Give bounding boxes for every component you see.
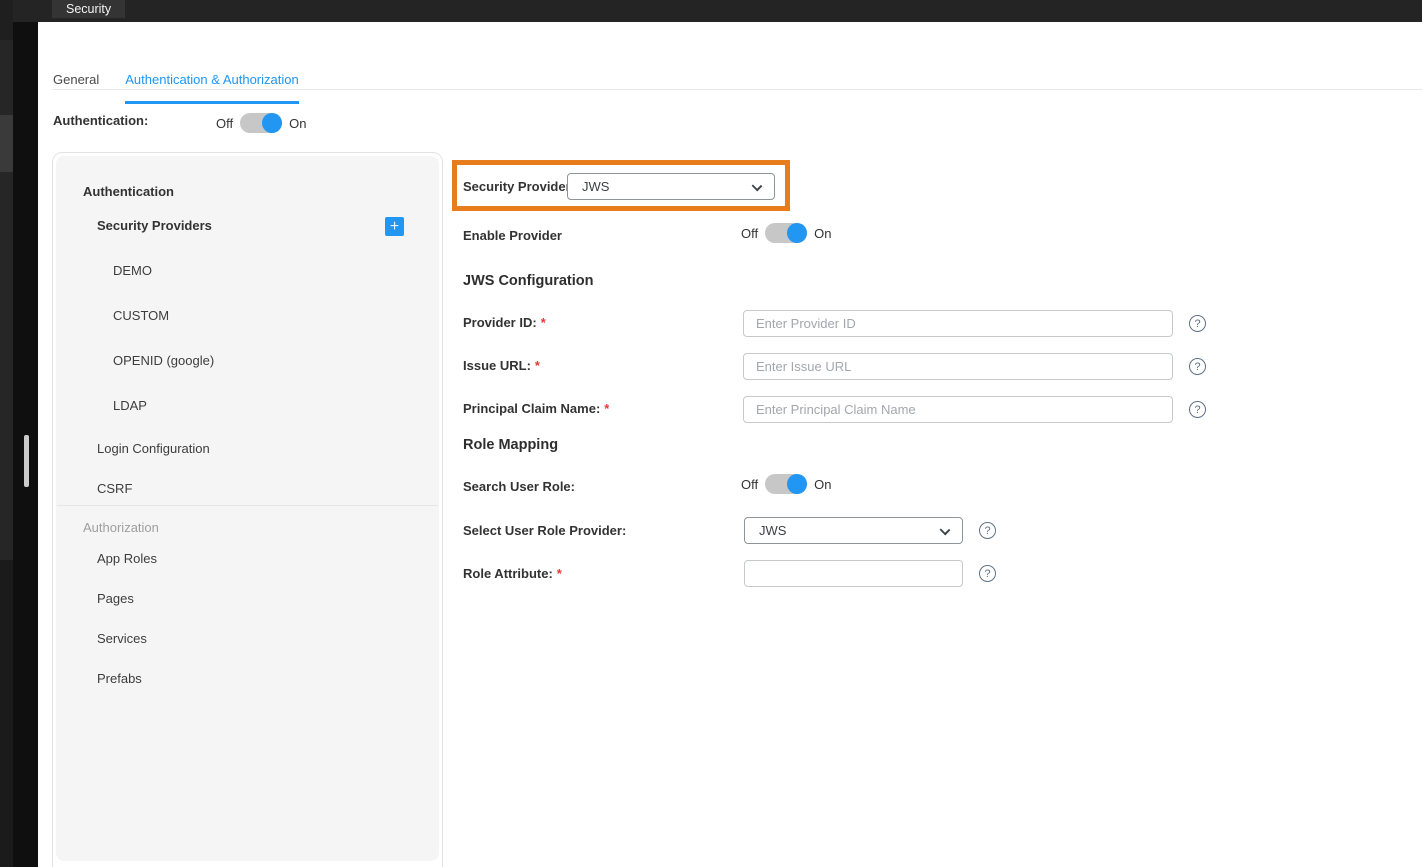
dock-segment	[0, 115, 13, 172]
tab-authentication-authorization[interactable]: Authentication & Authorization	[125, 62, 298, 104]
required-asterisk: *	[604, 401, 609, 416]
authentication-toggle-on-label: On	[289, 116, 306, 131]
principal-claim-name-help-icon[interactable]: ?	[1189, 401, 1206, 418]
sidebar-heading-authentication: Authentication	[83, 184, 174, 199]
sidebar-item-prefabs[interactable]: Prefabs	[97, 671, 142, 686]
chevron-down-icon	[940, 525, 951, 536]
tabs-divider	[53, 89, 1422, 90]
search-user-role-toggle[interactable]: Off On	[741, 474, 831, 494]
role-attribute-input[interactable]	[744, 560, 963, 587]
security-window-tab-label: Security	[66, 2, 111, 16]
provider-id-input[interactable]	[743, 310, 1173, 337]
authentication-toggle-track[interactable]	[240, 113, 282, 133]
dock-segment	[0, 560, 13, 867]
enable-provider-label: Enable Provider	[463, 228, 562, 243]
sidebar-item-csrf[interactable]: CSRF	[97, 481, 132, 496]
left-gutter	[13, 0, 38, 867]
principal-claim-name-label-text: Principal Claim Name:	[463, 401, 600, 416]
required-asterisk: *	[535, 358, 540, 373]
enable-provider-toggle-track[interactable]	[765, 223, 807, 243]
select-user-role-provider-value: JWS	[759, 523, 786, 538]
provider-id-label: Provider ID: *	[463, 315, 546, 330]
tab-authentication-authorization-label: Authentication & Authorization	[125, 72, 298, 87]
question-mark-icon: ?	[984, 525, 990, 537]
security-window-tab[interactable]: Security	[52, 0, 125, 18]
principal-claim-name-input[interactable]	[743, 396, 1173, 423]
sidebar-item-ldap[interactable]: LDAP	[113, 398, 147, 413]
authentication-toggle[interactable]: Off On	[216, 113, 306, 133]
sidebar-item-services[interactable]: Services	[97, 631, 147, 646]
question-mark-icon: ?	[1194, 404, 1200, 416]
role-attribute-help-icon[interactable]: ?	[979, 565, 996, 582]
search-user-role-toggle-off-label: Off	[741, 477, 758, 492]
sidebar-item-pages[interactable]: Pages	[97, 591, 134, 606]
role-mapping-heading: Role Mapping	[463, 437, 558, 453]
select-user-role-provider-label: Select User Role Provider:	[463, 523, 626, 538]
authentication-toggle-knob[interactable]	[262, 113, 282, 133]
issue-url-help-icon[interactable]: ?	[1189, 358, 1206, 375]
sidebar-heading-authorization: Authorization	[83, 520, 159, 535]
enable-provider-toggle-knob[interactable]	[787, 223, 807, 243]
authentication-row-label: Authentication:	[53, 113, 148, 128]
principal-claim-name-label: Principal Claim Name: *	[463, 401, 609, 416]
issue-url-label-text: Issue URL:	[463, 358, 531, 373]
search-user-role-label: Search User Role:	[463, 479, 575, 494]
issue-url-input[interactable]	[743, 353, 1173, 380]
role-attribute-label-text: Role Attribute:	[463, 566, 553, 581]
sidebar-section-divider	[57, 505, 438, 506]
sidebar-item-security-providers[interactable]: Security Providers	[97, 218, 212, 233]
security-provider-label: Security Provider	[463, 179, 571, 194]
left-dock-strip	[0, 0, 13, 867]
question-mark-icon: ?	[1194, 318, 1200, 330]
security-settings-screen: Security General Authentication & Author…	[0, 0, 1422, 867]
chevron-down-icon	[752, 181, 763, 192]
select-user-role-provider-select[interactable]: JWS	[744, 517, 963, 544]
settings-tabs: General Authentication & Authorization	[53, 62, 299, 104]
plus-icon: +	[390, 219, 399, 235]
tab-general[interactable]: General	[53, 62, 99, 104]
question-mark-icon: ?	[1194, 361, 1200, 373]
dock-segment	[0, 0, 13, 40]
required-asterisk: *	[557, 566, 562, 581]
sidebar-item-login-configuration[interactable]: Login Configuration	[97, 441, 210, 456]
enable-provider-toggle-on-label: On	[814, 226, 831, 241]
question-mark-icon: ?	[984, 568, 990, 580]
sidebar-item-app-roles[interactable]: App Roles	[97, 551, 157, 566]
sidebar-item-openid-google[interactable]: OPENID (google)	[113, 353, 214, 368]
issue-url-label: Issue URL: *	[463, 358, 540, 373]
enable-provider-toggle[interactable]: Off On	[741, 223, 831, 243]
scrollbar-thumb[interactable]	[24, 435, 29, 487]
search-user-role-toggle-knob[interactable]	[787, 474, 807, 494]
add-provider-button[interactable]: +	[385, 217, 404, 236]
jws-configuration-heading: JWS Configuration	[463, 273, 594, 289]
enable-provider-toggle-off-label: Off	[741, 226, 758, 241]
sidebar-item-demo[interactable]: DEMO	[113, 263, 152, 278]
search-user-role-toggle-track[interactable]	[765, 474, 807, 494]
security-provider-select-value: JWS	[582, 179, 609, 194]
provider-id-label-text: Provider ID:	[463, 315, 537, 330]
sidebar-item-custom[interactable]: CUSTOM	[113, 308, 169, 323]
security-nav-panel-background	[56, 156, 439, 861]
select-user-role-provider-help-icon[interactable]: ?	[979, 522, 996, 539]
provider-id-help-icon[interactable]: ?	[1189, 315, 1206, 332]
top-bar: Security	[13, 0, 1422, 22]
tab-general-label: General	[53, 72, 99, 87]
required-asterisk: *	[541, 315, 546, 330]
security-provider-select[interactable]: JWS	[567, 173, 775, 200]
search-user-role-toggle-on-label: On	[814, 477, 831, 492]
authentication-toggle-off-label: Off	[216, 116, 233, 131]
role-attribute-label: Role Attribute: *	[463, 566, 562, 581]
